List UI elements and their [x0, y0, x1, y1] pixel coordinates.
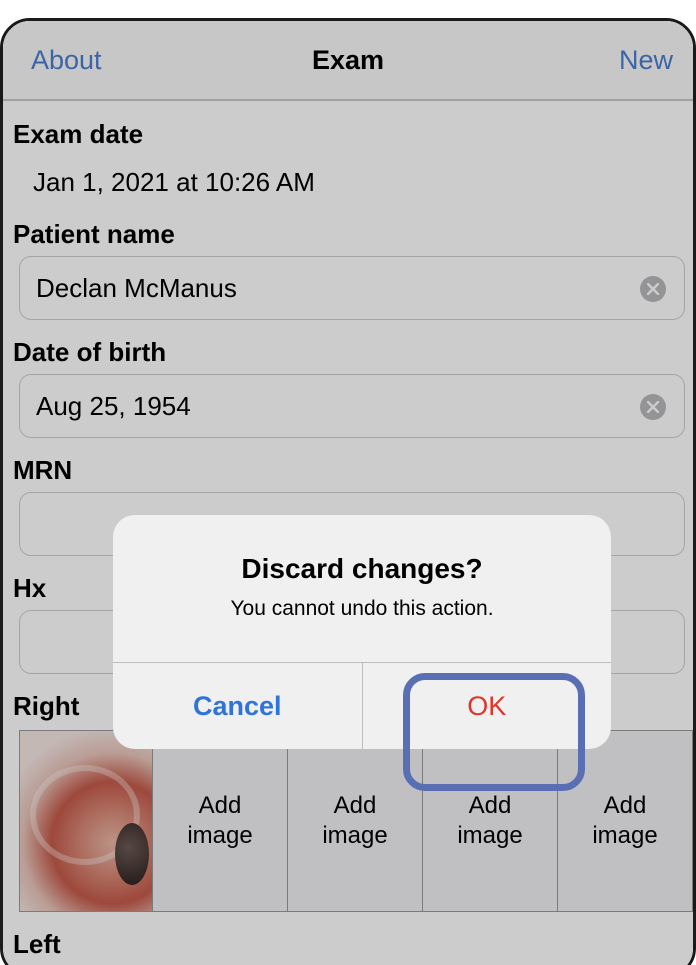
modal-dim-overlay: [3, 21, 693, 965]
device-frame: About Exam New Exam date Jan 1, 2021 at …: [0, 18, 696, 965]
exam-screen: About Exam New Exam date Jan 1, 2021 at …: [3, 21, 693, 965]
ok-button-highlight: [403, 673, 585, 791]
alert-title: Discard changes?: [241, 553, 483, 584]
cancel-button[interactable]: Cancel: [113, 663, 362, 749]
alert-message: You cannot undo this action.: [230, 597, 494, 620]
